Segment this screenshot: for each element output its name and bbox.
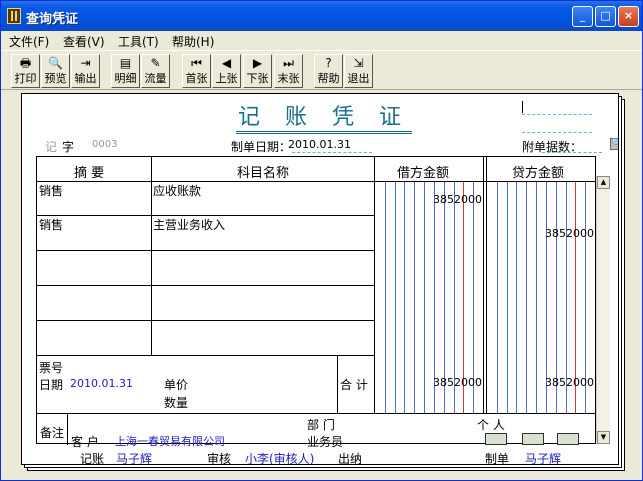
exit-icon: ⇲ <box>353 56 364 70</box>
scroll-up-button[interactable]: ▲ <box>597 176 610 189</box>
account-header: 科目名称 <box>237 166 290 181</box>
flow-icon: ✎ <box>150 56 161 70</box>
menu-bar: 文件(F) 查看(V) 工具(T) 帮助(H) <box>1 31 642 49</box>
ticket-date[interactable]: 2010.01.31 <box>70 377 133 390</box>
next-icon: ▶ <box>252 56 263 70</box>
row2-credit[interactable]: 3852000 <box>545 227 594 240</box>
row1-summary[interactable]: 销售 <box>39 182 63 199</box>
window-title: 查询凭证 <box>26 12 79 27</box>
voucher-date[interactable]: 2010.01.31 <box>288 138 351 151</box>
auditor-label: 审核 <box>207 452 232 465</box>
printer-icon: 🖶 <box>19 56 32 70</box>
dash-line <box>522 114 592 115</box>
salesman-label: 业务员 <box>307 435 344 449</box>
menu-view[interactable]: 查看(V) <box>63 33 105 50</box>
customer-label: 客 户 <box>71 435 99 449</box>
maker-value: 马子辉 <box>525 452 562 465</box>
money-digit-separator <box>536 181 538 413</box>
menu-file[interactable]: 文件(F) <box>9 33 49 50</box>
preview-button[interactable]: 🔍 预览 <box>41 54 70 88</box>
close-button[interactable]: × <box>618 6 639 27</box>
row2-account[interactable]: 主营业务收入 <box>153 216 225 233</box>
bookkeeper-value: 马子辉 <box>116 452 153 465</box>
ledger-icon[interactable] <box>485 433 507 445</box>
title-bar[interactable]: 查询凭证 _ □ × <box>1 1 642 31</box>
credit-money-grid <box>487 157 595 413</box>
money-digit-separator <box>424 181 426 413</box>
menu-help[interactable]: 帮助(H) <box>172 33 214 50</box>
first-button[interactable]: ⏮ 首张 <box>182 54 211 88</box>
scroll-down-button[interactable]: ▼ <box>597 431 610 444</box>
row1-debit[interactable]: 3852000 <box>433 193 482 206</box>
export-button[interactable]: ⇥ 输出 <box>71 54 100 88</box>
vertical-scrollbar[interactable]: ▲ ▼ <box>596 176 610 444</box>
credit-header: 贷方金额 <box>512 166 565 181</box>
preview-icon: 🔍 <box>48 56 63 70</box>
first-icon: ⏮ <box>191 56 202 70</box>
money-digit-separator <box>526 181 528 413</box>
total-label: 合 计 <box>340 378 368 392</box>
last-icon: ⏭ <box>283 56 294 70</box>
voucher-type-prefix[interactable]: 记 <box>45 138 57 155</box>
flow-button[interactable]: ✎ 流量 <box>141 54 170 88</box>
maker-label: 制单 <box>485 452 510 465</box>
money-digit-separator <box>506 181 508 413</box>
search-record-icon[interactable] <box>557 433 579 445</box>
magnifier-icon[interactable]: 🔍 <box>610 138 618 150</box>
debit-header: 借方金额 <box>397 166 450 181</box>
total-credit: 3852000 <box>545 376 594 389</box>
toolbar: 🖶 打印 🔍 预览 ⇥ 输出 ▤ 明细 ✎ 流量 ⏮ 首张 ◀ 上张 ▶ 下张 ⏭ 末张 ? 帮助 … <box>1 50 642 90</box>
customer-value[interactable]: 上海一春贸易有限公司 <box>115 433 225 449</box>
money-digit-separator <box>394 181 396 413</box>
voucher-table: 摘 要 科目名称 借方金额 贷方金额 销售 应收账款 3852000 销售 主营… <box>36 156 596 449</box>
row1-account[interactable]: 应收账款 <box>153 182 201 199</box>
prev-icon: ◀ <box>221 56 232 70</box>
quantity-label: 数量 <box>164 396 189 410</box>
ticket-label: 票号 <box>39 361 64 375</box>
date-row-label: 日期 <box>39 378 64 392</box>
card-icon[interactable] <box>522 433 544 445</box>
department-label: 部 门 <box>307 418 335 432</box>
app-icon <box>7 8 21 24</box>
detail-icon: ▤ <box>119 56 132 70</box>
dash-line <box>542 152 602 153</box>
print-button[interactable]: 🖶 打印 <box>11 54 40 88</box>
help-button[interactable]: ? 帮助 <box>314 54 343 88</box>
voucher-type-label: 字 <box>62 140 75 154</box>
minimize-button[interactable]: _ <box>572 6 593 27</box>
prev-button[interactable]: ◀ 上张 <box>212 54 241 88</box>
money-digit-separator <box>516 181 518 413</box>
dash-line <box>292 152 372 153</box>
money-digit-separator <box>414 181 416 413</box>
detail-button[interactable]: ▤ 明细 <box>111 54 140 88</box>
money-digit-separator <box>496 181 498 413</box>
dash-line <box>522 132 592 133</box>
next-button[interactable]: ▶ 下张 <box>243 54 272 88</box>
help-icon: ? <box>325 56 332 70</box>
voucher-paper: 记 账 凭 证 记 字 0003 制单日期： 2010.01.31 附单据数： … <box>21 93 619 465</box>
date-label: 制单日期： <box>231 140 292 154</box>
person-label: 个 人 <box>477 418 505 432</box>
bookkeeper-label: 记账 <box>80 452 105 465</box>
auditor-value: 小李(审核人) <box>245 452 315 465</box>
text-cursor <box>522 101 523 113</box>
maximize-button[interactable]: □ <box>595 6 616 27</box>
money-digit-separator <box>404 181 406 413</box>
voucher-query-window: 查询凭证 _ □ × 文件(F) 查看(V) 工具(T) 帮助(H) 🖶 打印 🔍… <box>0 0 643 481</box>
voucher-number[interactable]: 0003 <box>92 139 117 150</box>
export-icon: ⇥ <box>80 56 91 70</box>
summary-header: 摘 要 <box>74 166 105 181</box>
row2-summary[interactable]: 销售 <box>39 216 63 233</box>
menu-tools[interactable]: 工具(T) <box>118 33 159 50</box>
total-debit: 3852000 <box>433 376 482 389</box>
unit-price-label: 单价 <box>164 378 189 392</box>
cashier-label: 出纳 <box>338 452 363 465</box>
remark-label: 备注 <box>40 426 65 440</box>
voucher-area: 记 账 凭 证 记 字 0003 制单日期： 2010.01.31 附单据数： … <box>7 91 637 475</box>
last-button[interactable]: ⏭ 末张 <box>274 54 303 88</box>
money-digit-separator <box>384 181 386 413</box>
exit-button[interactable]: ⇲ 退出 <box>344 54 373 88</box>
voucher-title: 记 账 凭 证 <box>236 105 412 134</box>
